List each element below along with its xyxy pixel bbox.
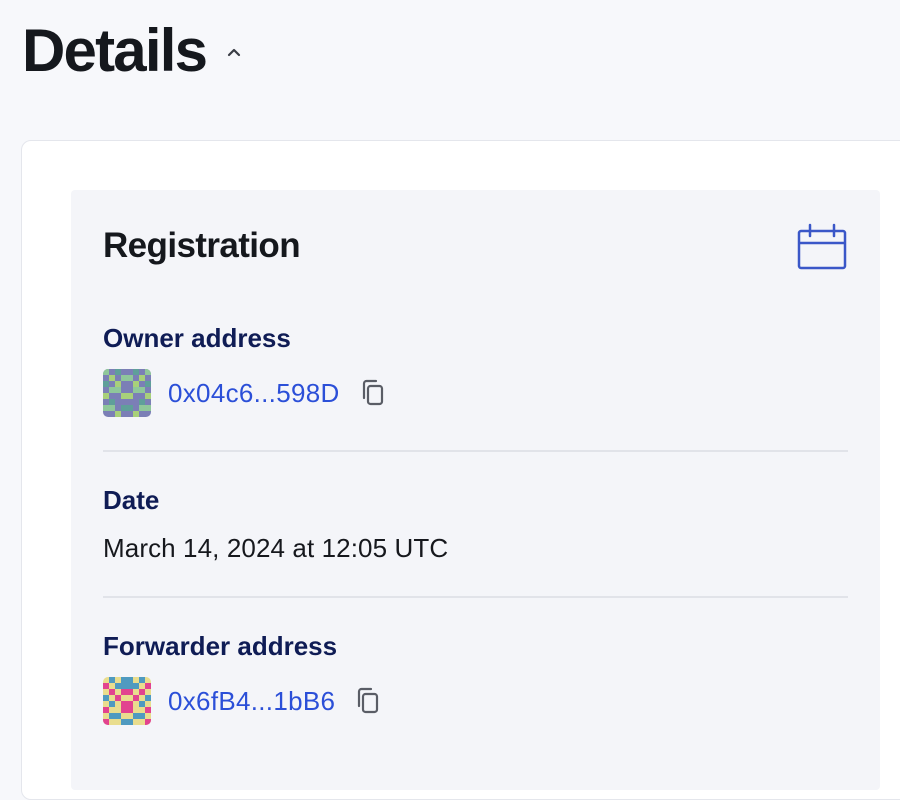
owner-address-link[interactable]: 0x04c6...598D: [168, 380, 340, 406]
copy-icon[interactable]: [353, 686, 383, 716]
details-header: Details: [22, 14, 244, 88]
registration-date-value: March 14, 2024 at 12:05 UTC: [103, 533, 449, 563]
forwarder-address-link[interactable]: 0x6fB4...1bB6: [168, 688, 335, 714]
date-label: Date: [103, 485, 160, 515]
calendar-icon: [797, 223, 847, 273]
owner-address-row: 0x04c6...598D: [103, 369, 388, 417]
owner-address-label: Owner address: [103, 323, 291, 353]
page-title: Details: [22, 17, 208, 84]
divider: [103, 596, 848, 598]
divider: [103, 450, 848, 452]
registration-panel: Registration Owner address 0x04c6...598D…: [71, 190, 880, 790]
chevron-up-icon[interactable]: [224, 42, 244, 62]
registration-title: Registration: [103, 226, 301, 265]
forwarder-address-row: 0x6fB4...1bB6: [103, 677, 383, 725]
forwarder-address-label: Forwarder address: [103, 631, 338, 661]
forwarder-identicon-avatar: [103, 677, 151, 725]
owner-identicon-avatar: [103, 369, 151, 417]
copy-icon[interactable]: [358, 378, 388, 408]
